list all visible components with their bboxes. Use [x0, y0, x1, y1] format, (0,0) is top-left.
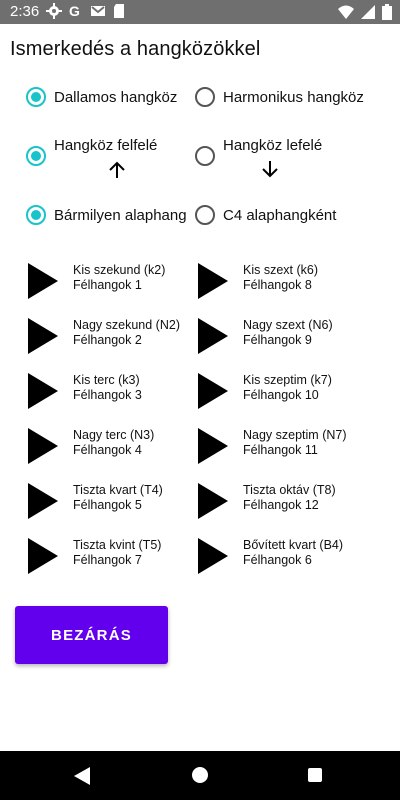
interval-semitones: Félhangok 2 — [73, 333, 142, 347]
google-icon: G — [69, 3, 80, 19]
interval-name: Nagy szext (N6) — [243, 318, 333, 332]
play-icon — [198, 318, 228, 354]
navigation-bar — [0, 751, 400, 800]
interval-semitones: Félhangok 10 — [243, 388, 319, 402]
radio-up[interactable]: Hangköz felfelé — [26, 137, 157, 166]
interval-name: Kis szeptim (k7) — [243, 373, 332, 387]
play-icon — [198, 538, 228, 574]
interval-semitones: Félhangok 6 — [243, 553, 312, 567]
interval-item-major-third[interactable]: Nagy terc (N3) Félhangok 4 — [28, 428, 208, 474]
arrow-down-icon — [262, 161, 278, 178]
recents-icon[interactable] — [308, 768, 322, 782]
interval-semitones: Félhangok 9 — [243, 333, 312, 347]
radio-up-label: Hangköz felfelé — [54, 137, 158, 154]
interval-semitones: Félhangok 4 — [73, 443, 142, 457]
radio-up-circle — [26, 146, 46, 166]
radio-down[interactable]: Hangköz lefelé — [195, 137, 322, 166]
status-time: 2:36 — [10, 3, 40, 20]
radio-c4-root[interactable]: C4 alaphangként — [195, 205, 336, 225]
radio-any-root-label: Bármilyen alaphang — [54, 206, 187, 224]
interval-item-major-seventh[interactable]: Nagy szeptim (N7) Félhangok 11 — [198, 428, 378, 474]
interval-item-minor-second[interactable]: Kis szekund (k2) Félhangok 1 — [28, 263, 208, 309]
home-icon[interactable] — [192, 767, 208, 783]
interval-name: Tiszta kvart (T4) — [73, 483, 163, 497]
play-icon — [198, 373, 228, 409]
interval-name: Kis szext (k6) — [243, 263, 319, 277]
interval-item-augmented-fourth[interactable]: Bővített kvart (B4) Félhangok 6 — [198, 538, 378, 584]
page-title: Ismerkedés a hangközökkel — [10, 38, 261, 60]
radio-down-label: Hangköz lefelé — [223, 137, 323, 154]
interval-item-minor-seventh[interactable]: Kis szeptim (k7) Félhangok 10 — [198, 373, 378, 419]
interval-semitones: Félhangok 1 — [73, 278, 142, 292]
radio-any-root-circle — [26, 205, 46, 225]
sd-card-icon — [114, 4, 124, 18]
play-icon — [28, 318, 58, 354]
interval-name: Kis terc (k3) — [73, 373, 140, 387]
interval-item-octave[interactable]: Tiszta oktáv (T8) Félhangok 12 — [198, 483, 378, 529]
radio-harmonic-label: Harmonikus hangköz — [223, 88, 364, 106]
radio-harmonic-circle — [195, 87, 215, 107]
system-icons — [338, 4, 392, 20]
interval-semitones: Félhangok 5 — [73, 498, 142, 512]
interval-item-major-second[interactable]: Nagy szekund (N2) Félhangok 2 — [28, 318, 208, 364]
close-button[interactable]: BEZÁRÁS — [15, 606, 168, 664]
back-icon[interactable] — [74, 767, 90, 785]
interval-item-minor-sixth[interactable]: Kis szext (k6) Félhangok 8 — [198, 263, 378, 309]
radio-melodic[interactable]: Dallamos hangköz — [26, 87, 177, 107]
interval-item-perfect-fourth[interactable]: Tiszta kvart (T4) Félhangok 5 — [28, 483, 208, 529]
interval-semitones: Félhangok 3 — [73, 388, 142, 402]
interval-name: Nagy terc (N3) — [73, 428, 155, 442]
interval-name: Bővített kvart (B4) — [243, 538, 344, 552]
radio-harmonic[interactable]: Harmonikus hangköz — [195, 87, 364, 107]
radio-c4-root-label: C4 alaphangként — [223, 206, 337, 224]
interval-item-major-sixth[interactable]: Nagy szext (N6) Félhangok 9 — [198, 318, 378, 364]
interval-name: Tiszta oktáv (T8) — [243, 483, 336, 497]
notification-icons: G — [46, 3, 128, 19]
play-icon — [28, 373, 58, 409]
interval-semitones: Félhangok 8 — [243, 278, 312, 292]
play-icon — [28, 538, 58, 574]
play-icon — [28, 428, 58, 464]
wifi-icon — [338, 5, 354, 19]
radio-down-circle — [195, 146, 215, 166]
signal-icon — [361, 5, 375, 19]
settings-icon — [46, 3, 62, 19]
interval-name: Tiszta kvint (T5) — [73, 538, 162, 552]
play-icon — [198, 483, 228, 519]
battery-icon — [382, 4, 392, 20]
interval-semitones: Félhangok 11 — [243, 443, 318, 457]
status-bar: 2:36 G — [0, 0, 400, 24]
interval-item-perfect-fifth[interactable]: Tiszta kvint (T5) Félhangok 7 — [28, 538, 208, 584]
radio-melodic-label: Dallamos hangköz — [54, 88, 178, 106]
radio-any-root[interactable]: Bármilyen alaphang — [26, 205, 187, 225]
interval-semitones: Félhangok 7 — [73, 553, 142, 567]
play-icon — [198, 263, 228, 299]
play-icon — [198, 428, 228, 464]
interval-name: Nagy szeptim (N7) — [243, 428, 347, 442]
interval-semitones: Félhangok 12 — [243, 498, 319, 512]
interval-item-minor-third[interactable]: Kis terc (k3) Félhangok 3 — [28, 373, 208, 419]
play-icon — [28, 483, 58, 519]
play-icon — [28, 263, 58, 299]
interval-name: Nagy szekund (N2) — [73, 318, 180, 332]
arrow-up-icon — [109, 161, 125, 178]
radio-melodic-circle — [26, 87, 46, 107]
gmail-icon — [91, 6, 105, 16]
interval-name: Kis szekund (k2) — [73, 263, 166, 277]
svg-text:G: G — [69, 3, 80, 19]
radio-c4-root-circle — [195, 205, 215, 225]
